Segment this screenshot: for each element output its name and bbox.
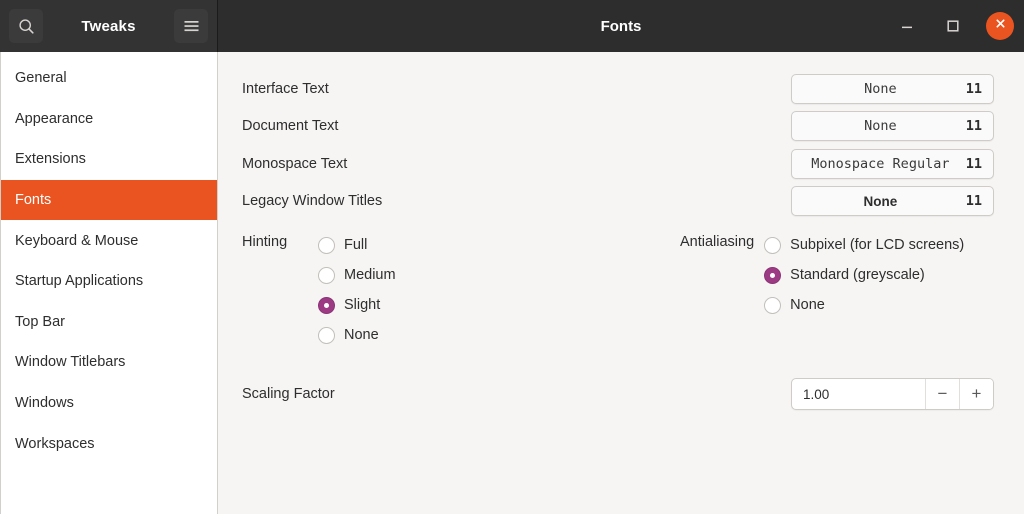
interface-text-label: Interface Text bbox=[242, 80, 329, 97]
hinting-option-label: Slight bbox=[344, 297, 381, 313]
titlebar: Tweaks Fonts bbox=[0, 0, 1024, 52]
rendering-options: Hinting Full Medium Slight None Antialia… bbox=[218, 220, 1024, 350]
main-headerbar: Fonts bbox=[218, 0, 1024, 52]
close-button[interactable] bbox=[986, 12, 1014, 40]
radio-icon-checked bbox=[764, 266, 782, 284]
sidebar-item-label: Workspaces bbox=[15, 435, 95, 452]
minimize-button[interactable] bbox=[894, 13, 920, 39]
antialiasing-option-label: None bbox=[790, 297, 825, 313]
scaling-factor-input[interactable]: 1.00 bbox=[792, 379, 925, 409]
font-size: 11 bbox=[965, 80, 982, 97]
sidebar-item-label: Keyboard & Mouse bbox=[15, 232, 139, 249]
font-size: 11 bbox=[965, 193, 982, 210]
interface-text-row: Interface Text None 11 bbox=[242, 70, 994, 108]
radio-icon bbox=[318, 236, 335, 254]
hinting-option-slight[interactable]: Slight bbox=[318, 290, 396, 320]
sidebar-item-label: Extensions bbox=[15, 151, 86, 168]
font-settings-list: Interface Text None 11 Document Text Non… bbox=[218, 52, 1024, 220]
sidebar-item-windows[interactable]: Windows bbox=[1, 383, 217, 424]
menu-button[interactable] bbox=[174, 9, 208, 43]
font-size: 11 bbox=[965, 155, 982, 172]
font-name: None bbox=[864, 118, 897, 135]
hinting-label: Hinting bbox=[242, 234, 288, 250]
sidebar-item-label: Fonts bbox=[15, 192, 52, 209]
radio-icon bbox=[318, 266, 335, 284]
sidebar-item-label: General bbox=[15, 70, 67, 87]
monospace-text-label: Monospace Text bbox=[242, 155, 348, 172]
antialiasing-option-label: Subpixel (for LCD screens) bbox=[790, 237, 965, 253]
sidebar-item-label: Windows bbox=[15, 395, 74, 412]
antialiasing-options: Subpixel (for LCD screens) Standard (gre… bbox=[764, 230, 964, 320]
sidebar-item-label: Top Bar bbox=[15, 313, 65, 330]
search-icon bbox=[18, 18, 35, 35]
hinting-option-label: Full bbox=[344, 237, 368, 253]
antialiasing-option-standard[interactable]: Standard (greyscale) bbox=[764, 260, 964, 290]
interface-text-font-button[interactable]: None 11 bbox=[791, 73, 994, 104]
document-text-font-button[interactable]: None 11 bbox=[791, 111, 994, 142]
hinting-options: Full Medium Slight None bbox=[318, 230, 396, 350]
antialiasing-label: Antialiasing bbox=[680, 234, 755, 250]
font-size: 11 bbox=[965, 118, 982, 135]
font-name: Monospace Regular bbox=[811, 155, 950, 172]
document-text-row: Document Text None 11 bbox=[242, 108, 994, 146]
hinting-option-label: None bbox=[344, 327, 379, 343]
antialiasing-option-subpixel[interactable]: Subpixel (for LCD screens) bbox=[764, 230, 964, 260]
sidebar-nav: General Appearance Extensions Fonts Keyb… bbox=[1, 52, 218, 514]
minimize-icon bbox=[900, 19, 914, 33]
scaling-factor-row: Scaling Factor 1.00 − + bbox=[218, 350, 1024, 410]
gnome-tweaks-window: Tweaks Fonts General Appearance Extensio… bbox=[0, 0, 1024, 514]
fonts-panel: Interface Text None 11 Document Text Non… bbox=[218, 52, 1024, 514]
legacy-window-titles-row: Legacy Window Titles None 11 bbox=[242, 183, 994, 221]
font-name: None bbox=[863, 193, 898, 209]
scaling-factor-label: Scaling Factor bbox=[242, 386, 335, 402]
hinting-option-medium[interactable]: Medium bbox=[318, 260, 396, 290]
maximize-icon bbox=[946, 19, 960, 33]
search-button[interactable] bbox=[9, 9, 43, 43]
sidebar-item-label: Appearance bbox=[15, 110, 94, 127]
sidebar-item-general[interactable]: General bbox=[1, 58, 217, 99]
window-body: General Appearance Extensions Fonts Keyb… bbox=[0, 52, 1024, 514]
maximize-button[interactable] bbox=[940, 13, 966, 39]
radio-icon bbox=[764, 236, 782, 254]
scaling-factor-increment-button[interactable]: + bbox=[959, 379, 993, 409]
hinting-group: Hinting Full Medium Slight None bbox=[242, 230, 396, 350]
antialiasing-option-none[interactable]: None bbox=[764, 290, 964, 320]
scaling-factor-stepper[interactable]: 1.00 − + bbox=[791, 378, 994, 410]
radio-icon-checked bbox=[318, 296, 335, 314]
sidebar-item-window-titlebars[interactable]: Window Titlebars bbox=[1, 342, 217, 383]
legacy-window-titles-label: Legacy Window Titles bbox=[242, 193, 383, 210]
hamburger-menu-icon bbox=[183, 19, 200, 33]
sidebar-item-label: Startup Applications bbox=[15, 273, 144, 290]
app-title: Tweaks bbox=[81, 17, 136, 35]
antialiasing-option-label: Standard (greyscale) bbox=[790, 267, 925, 283]
antialiasing-group: Antialiasing Subpixel (for LCD screens) … bbox=[680, 230, 964, 320]
monospace-text-font-button[interactable]: Monospace Regular 11 bbox=[791, 148, 994, 179]
scaling-factor-decrement-button[interactable]: − bbox=[925, 379, 959, 409]
window-controls bbox=[894, 12, 1014, 40]
hinting-option-none[interactable]: None bbox=[318, 320, 396, 350]
close-icon bbox=[994, 17, 1007, 35]
sidebar-item-extensions[interactable]: Extensions bbox=[1, 139, 217, 180]
sidebar-item-startup-applications[interactable]: Startup Applications bbox=[1, 261, 217, 302]
radio-icon bbox=[318, 326, 335, 344]
sidebar-item-fonts[interactable]: Fonts bbox=[1, 179, 217, 221]
document-text-label: Document Text bbox=[242, 118, 339, 135]
sidebar-item-workspaces[interactable]: Workspaces bbox=[1, 423, 217, 464]
sidebar-headerbar: Tweaks bbox=[0, 0, 218, 52]
radio-icon bbox=[764, 296, 782, 314]
monospace-text-row: Monospace Text Monospace Regular 11 bbox=[242, 145, 994, 183]
hinting-option-label: Medium bbox=[344, 267, 396, 283]
sidebar-item-top-bar[interactable]: Top Bar bbox=[1, 302, 217, 343]
sidebar-item-appearance[interactable]: Appearance bbox=[1, 99, 217, 140]
hinting-option-full[interactable]: Full bbox=[318, 230, 396, 260]
font-name: None bbox=[864, 80, 897, 97]
sidebar-item-keyboard-mouse[interactable]: Keyboard & Mouse bbox=[1, 220, 217, 261]
legacy-window-titles-font-button[interactable]: None 11 bbox=[791, 186, 994, 217]
sidebar-item-label: Window Titlebars bbox=[15, 354, 126, 371]
